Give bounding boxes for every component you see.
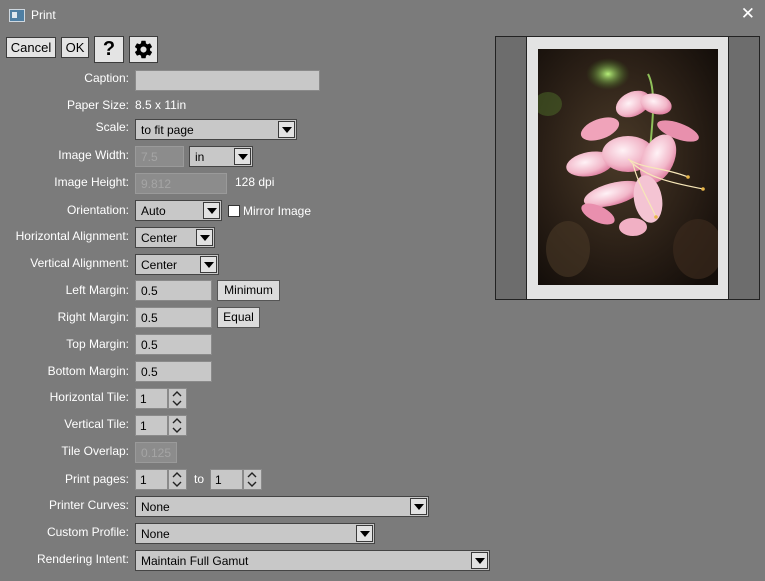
chevron-down-icon[interactable] [172, 426, 182, 434]
settings-button[interactable] [129, 36, 158, 63]
scale-label: Scale: [95, 120, 129, 134]
orientation-label: Orientation: [66, 203, 129, 217]
print-pages-to-label: to [194, 472, 205, 486]
mirror-image-label: Mirror Image [243, 204, 312, 218]
image-width-input[interactable] [135, 146, 184, 167]
custom-profile-value: None [141, 527, 170, 541]
chevron-up-icon[interactable] [172, 417, 182, 425]
horizontal-tile-stepper[interactable] [168, 388, 187, 409]
image-dpi: 128 dpi [235, 175, 275, 189]
chevron-down-icon[interactable] [234, 148, 251, 165]
print-pages-to-input[interactable] [210, 469, 243, 490]
rendering-intent-value: Maintain Full Gamut [141, 554, 249, 568]
close-icon[interactable]: ✕ [741, 5, 755, 23]
rendering-intent-select[interactable]: Maintain Full Gamut [135, 550, 490, 571]
help-button[interactable]: ? [94, 36, 124, 63]
chevron-up-icon[interactable] [172, 471, 182, 479]
image-width-unit-select[interactable]: in [189, 146, 253, 167]
top-margin-input[interactable] [135, 334, 212, 355]
tile-overlap-input[interactable] [135, 442, 177, 463]
top-margin-label: Top Margin: [66, 337, 129, 351]
chevron-down-icon[interactable] [471, 552, 488, 569]
horizontal-alignment-select[interactable]: Center [135, 227, 215, 248]
caption-input[interactable] [135, 70, 320, 91]
vertical-tile-stepper[interactable] [168, 415, 187, 436]
image-width-unit-value: in [195, 150, 205, 164]
custom-profile-select[interactable]: None [135, 523, 375, 544]
paper-size-value: 8.5 x 11in [135, 98, 187, 112]
caption-label: Caption: [84, 71, 129, 85]
bottom-margin-label: Bottom Margin: [47, 364, 129, 378]
image-height-label: Image Height: [54, 175, 129, 189]
preview-paper [526, 37, 729, 299]
minimum-button[interactable]: Minimum [217, 280, 280, 301]
custom-profile-label: Custom Profile: [46, 525, 129, 539]
print-pages-label: Print pages: [64, 472, 129, 486]
scale-value: to fit page [141, 123, 194, 137]
chevron-down-icon[interactable] [172, 399, 182, 407]
orientation-value: Auto [141, 204, 166, 218]
chevron-down-icon[interactable] [200, 256, 217, 273]
ok-button[interactable]: OK [61, 37, 89, 58]
horizontal-alignment-value: Center [141, 231, 178, 245]
printer-curves-select[interactable]: None [135, 496, 429, 517]
print-pages-to-stepper[interactable] [243, 469, 262, 490]
chevron-down-icon[interactable] [356, 525, 373, 542]
image-width-label: Image Width: [58, 148, 129, 162]
app-icon [9, 9, 25, 22]
image-height-input[interactable] [135, 173, 227, 194]
print-pages-from-input[interactable] [135, 469, 168, 490]
chevron-down-icon[interactable] [172, 480, 182, 488]
title-bar: Print ✕ [0, 0, 765, 31]
horizontal-tile-input[interactable] [135, 388, 168, 409]
horizontal-tile-label: Horizontal Tile: [49, 390, 129, 404]
scale-select[interactable]: to fit page [135, 119, 297, 140]
printer-curves-label: Printer Curves: [48, 498, 129, 512]
window-title: Print [31, 8, 56, 22]
chevron-down-icon[interactable] [203, 202, 220, 219]
tile-overlap-label: Tile Overlap: [61, 444, 129, 458]
mirror-image-checkbox[interactable] [228, 205, 240, 217]
chevron-down-icon[interactable] [410, 498, 427, 515]
left-margin-input[interactable] [135, 280, 212, 301]
left-margin-label: Left Margin: [65, 283, 129, 297]
bottom-margin-input[interactable] [135, 361, 212, 382]
chevron-up-icon[interactable] [247, 471, 257, 479]
print-preview [495, 36, 760, 300]
vertical-alignment-value: Center [141, 258, 178, 272]
vertical-alignment-select[interactable]: Center [135, 254, 219, 275]
chevron-down-icon[interactable] [278, 121, 295, 138]
right-margin-input[interactable] [135, 307, 212, 328]
print-pages-from-stepper[interactable] [168, 469, 187, 490]
right-margin-label: Right Margin: [57, 310, 129, 324]
cancel-button[interactable]: Cancel [6, 37, 56, 58]
rendering-intent-label: Rendering Intent: [36, 552, 129, 566]
horizontal-alignment-label: Horizontal Alignment: [15, 229, 129, 243]
equal-button[interactable]: Equal [217, 307, 260, 328]
paper-size-label: Paper Size: [66, 98, 129, 112]
printer-curves-value: None [141, 500, 170, 514]
gear-icon [134, 40, 153, 59]
chevron-down-icon[interactable] [196, 229, 213, 246]
preview-photo [538, 49, 718, 285]
chevron-up-icon[interactable] [172, 390, 182, 398]
chevron-down-icon[interactable] [247, 480, 257, 488]
vertical-tile-input[interactable] [135, 415, 168, 436]
orientation-select[interactable]: Auto [135, 200, 222, 221]
vertical-alignment-label: Vertical Alignment: [30, 256, 129, 270]
vertical-tile-label: Vertical Tile: [64, 417, 129, 431]
